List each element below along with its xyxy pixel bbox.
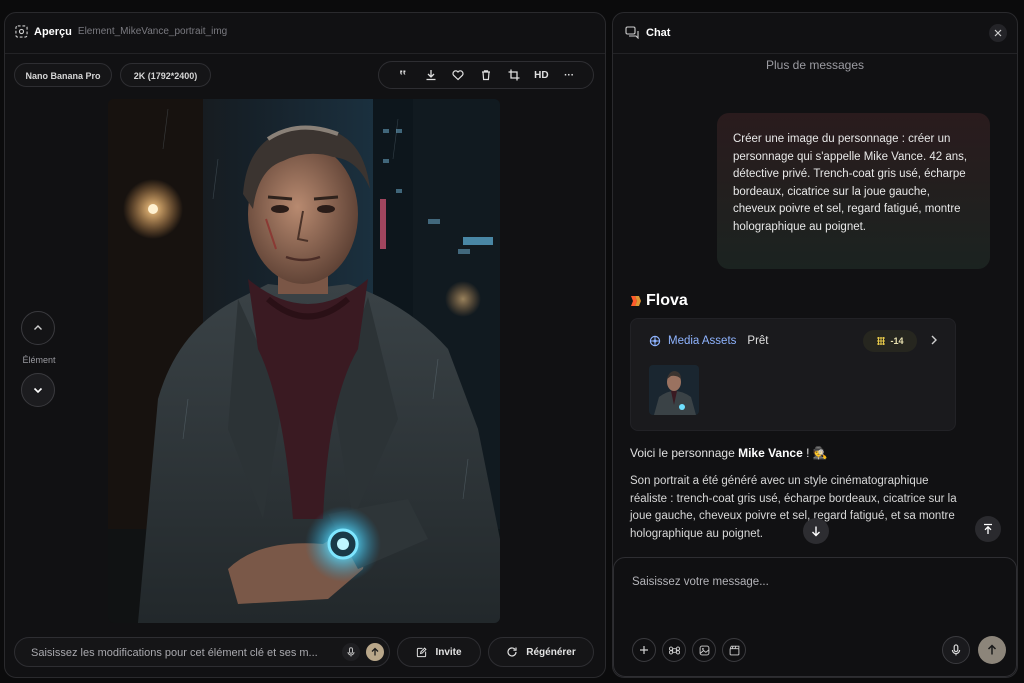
arrow-up-icon <box>371 647 379 656</box>
resolution-chip[interactable]: 2K (1792*2400) <box>120 63 211 87</box>
video-upload-button[interactable] <box>722 638 746 662</box>
arrow-down-icon <box>812 526 820 537</box>
previous-element-button[interactable] <box>21 311 55 345</box>
element-nav-label: Élément <box>22 355 56 365</box>
crop-icon[interactable] <box>505 66 523 84</box>
reply-suffix: ! 🕵 <box>802 446 828 460</box>
chat-header: Chat <box>613 13 1017 54</box>
heart-icon[interactable] <box>449 66 467 84</box>
chat-panel: Chat Plus de messages Créer une image du… <box>612 12 1018 678</box>
load-more-messages[interactable]: Plus de messages <box>613 58 1017 72</box>
preview-icon <box>15 25 28 38</box>
scroll-to-top-button[interactable] <box>975 516 1001 542</box>
credits-value: -14 <box>890 336 904 346</box>
scroll-down-button[interactable] <box>803 518 829 544</box>
trash-icon[interactable] <box>477 66 495 84</box>
flova-logo-icon <box>631 296 641 306</box>
reply-body: Son portrait a été généré avec un style … <box>630 475 957 540</box>
arrow-up-icon <box>987 644 997 655</box>
reply-character-name: Mike Vance <box>738 446 803 460</box>
invite-button[interactable]: Invite <box>397 637 481 667</box>
send-edit-button[interactable] <box>366 643 384 661</box>
image-upload-button[interactable] <box>692 638 716 662</box>
send-message-button[interactable] <box>978 636 1006 664</box>
asset-thumbnail[interactable] <box>649 365 699 415</box>
message-input[interactable] <box>630 574 994 602</box>
chevron-down-icon <box>33 387 43 394</box>
download-icon[interactable] <box>422 66 440 84</box>
preview-header: Aperçu Element_MikeVance_portrait_img <box>5 13 605 54</box>
preview-title: Aperçu <box>34 25 72 38</box>
asset-card-title: Media Assets <box>668 335 737 347</box>
asset-card-header: Media Assets Prêt <box>649 335 769 347</box>
media-assets-icon <box>649 335 661 347</box>
plus-icon <box>640 646 648 654</box>
edit-icon <box>417 646 428 657</box>
chat-title-group: Chat <box>625 26 670 39</box>
quote-icon[interactable]: ‟ <box>394 66 412 84</box>
image-icon <box>699 645 709 655</box>
bot-name: Flova <box>646 292 688 309</box>
close-icon <box>994 29 1002 37</box>
voice-input-button[interactable] <box>942 636 970 664</box>
asset-status: Prêt <box>747 335 769 347</box>
model-chip[interactable]: Nano Banana Pro <box>14 63 112 87</box>
chat-title: Chat <box>646 26 671 39</box>
preview-title-group: Aperçu Element_MikeVance_portrait_img <box>15 25 227 38</box>
file-name: Element_MikeVance_portrait_img <box>77 26 228 37</box>
hd-button[interactable]: HD <box>532 66 550 84</box>
credits-icon <box>877 337 886 345</box>
media-assets-card[interactable]: Media Assets Prêt -14 <box>630 318 956 431</box>
command-icon <box>668 646 680 654</box>
regenerate-label: Régénérer <box>526 646 576 658</box>
invite-label: Invite <box>435 646 462 658</box>
reply-headline: Voici le personnage Mike Vance ! 🕵 <box>630 446 828 460</box>
microphone-icon <box>951 644 961 656</box>
chevron-up-icon <box>34 325 42 330</box>
next-element-button[interactable] <box>21 373 55 407</box>
user-message: Créer une image du personnage : créer un… <box>717 113 990 269</box>
more-options-icon[interactable]: ··· <box>560 66 578 84</box>
edit-prompt-box <box>14 637 390 668</box>
chevron-right-icon[interactable] <box>929 333 939 351</box>
chat-icon <box>625 26 639 39</box>
command-button[interactable] <box>662 638 686 662</box>
arrow-to-top-icon <box>984 523 992 534</box>
edit-prompt-input[interactable] <box>29 638 323 668</box>
refresh-icon <box>507 647 517 657</box>
regenerate-button[interactable]: Régénérer <box>488 637 594 667</box>
add-attachment-button[interactable] <box>632 638 656 662</box>
message-composer <box>613 557 1017 677</box>
reply-prefix: Voici le personnage <box>630 446 739 460</box>
image-toolbar: ‟ HD ··· <box>378 61 594 89</box>
clapperboard-icon <box>729 645 739 655</box>
generated-portrait-image[interactable] <box>108 99 500 623</box>
preview-panel: Aperçu Element_MikeVance_portrait_img Na… <box>4 12 606 678</box>
credits-badge: -14 <box>863 330 917 352</box>
flova-bot-header: Flova <box>630 292 688 310</box>
close-chat-button[interactable] <box>989 24 1007 42</box>
microphone-icon[interactable] <box>342 643 360 661</box>
